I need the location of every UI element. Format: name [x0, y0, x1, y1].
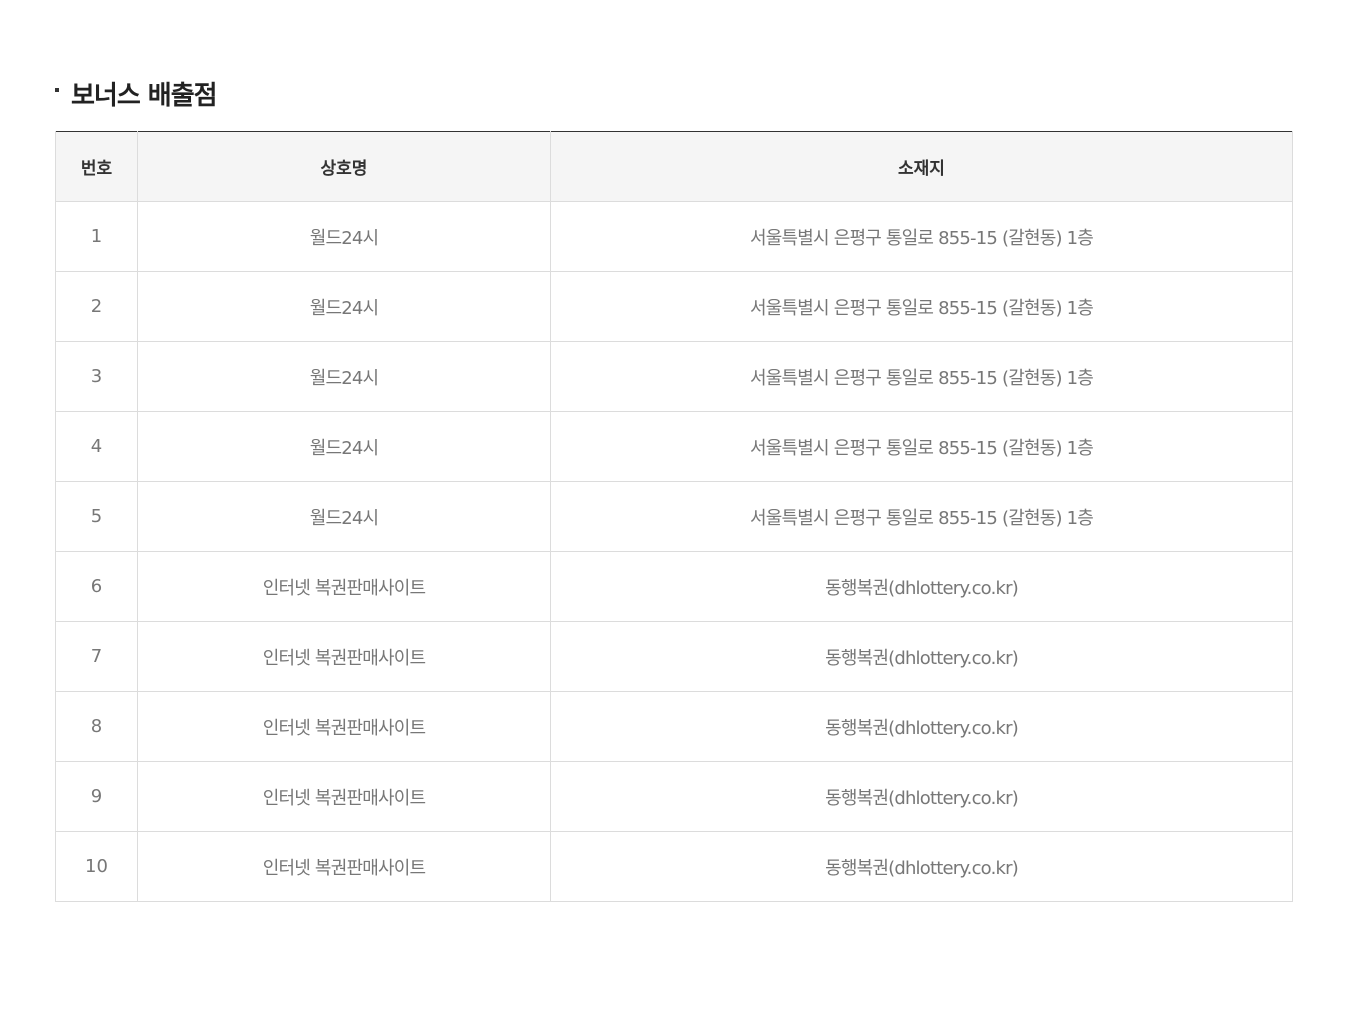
row-number: 1: [55, 201, 138, 272]
row-number: 6: [55, 551, 138, 622]
table-row: 10 인터넷 복권판매사이트 동행복권(dhlottery.co.kr): [55, 831, 1293, 902]
row-address: 동행복권(dhlottery.co.kr): [550, 831, 1293, 902]
row-address: 서울특별시 은평구 통일로 855-15 (갈현동) 1층: [550, 481, 1293, 552]
table-row: 7 인터넷 복권판매사이트 동행복권(dhlottery.co.kr): [55, 621, 1293, 692]
row-store-name: 인터넷 복권판매사이트: [137, 831, 551, 902]
row-number: 8: [55, 691, 138, 762]
table-row: 5 월드24시 서울특별시 은평구 통일로 855-15 (갈현동) 1층: [55, 481, 1293, 552]
row-store-name: 월드24시: [137, 341, 551, 412]
table-row: 9 인터넷 복권판매사이트 동행복권(dhlottery.co.kr): [55, 761, 1293, 832]
table-row: 6 인터넷 복권판매사이트 동행복권(dhlottery.co.kr): [55, 551, 1293, 622]
row-number: 10: [55, 831, 138, 902]
row-address: 동행복권(dhlottery.co.kr): [550, 691, 1293, 762]
row-number: 7: [55, 621, 138, 692]
row-store-name: 월드24시: [137, 411, 551, 482]
row-store-name: 월드24시: [137, 481, 551, 552]
row-number: 9: [55, 761, 138, 832]
column-header-address: 소재지: [550, 131, 1293, 202]
table-row: 1 월드24시 서울특별시 은평구 통일로 855-15 (갈현동) 1층: [55, 201, 1293, 272]
row-store-name: 인터넷 복권판매사이트: [137, 551, 551, 622]
row-number: 5: [55, 481, 138, 552]
section-heading: 보너스 배출점: [55, 76, 218, 111]
row-address: 동행복권(dhlottery.co.kr): [550, 761, 1293, 832]
row-store-name: 월드24시: [137, 201, 551, 272]
page-title: 보너스 배출점: [71, 80, 218, 111]
column-header-no: 번호: [55, 131, 138, 202]
table-row: 4 월드24시 서울특별시 은평구 통일로 855-15 (갈현동) 1층: [55, 411, 1293, 482]
row-address: 동행복권(dhlottery.co.kr): [550, 551, 1293, 622]
row-number: 2: [55, 271, 138, 342]
row-number: 4: [55, 411, 138, 482]
row-store-name: 인터넷 복권판매사이트: [137, 691, 551, 762]
table-body: 1 월드24시 서울특별시 은평구 통일로 855-15 (갈현동) 1층 2 …: [55, 201, 1293, 902]
row-store-name: 월드24시: [137, 271, 551, 342]
row-address: 서울특별시 은평구 통일로 855-15 (갈현동) 1층: [550, 271, 1293, 342]
table-row: 8 인터넷 복권판매사이트 동행복권(dhlottery.co.kr): [55, 691, 1293, 762]
row-address: 서울특별시 은평구 통일로 855-15 (갈현동) 1층: [550, 201, 1293, 272]
bonus-outlet-table: 번호 상호명 소재지 1 월드24시 서울특별시 은평구 통일로 855-15 …: [55, 131, 1293, 902]
table-row: 3 월드24시 서울특별시 은평구 통일로 855-15 (갈현동) 1층: [55, 341, 1293, 412]
table-header-row: 번호 상호명 소재지: [55, 131, 1293, 202]
row-store-name: 인터넷 복권판매사이트: [137, 621, 551, 692]
bonus-outlet-table-container: 번호 상호명 소재지 1 월드24시 서울특별시 은평구 통일로 855-15 …: [55, 131, 1293, 902]
row-address: 서울특별시 은평구 통일로 855-15 (갈현동) 1층: [550, 341, 1293, 412]
table-row: 2 월드24시 서울특별시 은평구 통일로 855-15 (갈현동) 1층: [55, 271, 1293, 342]
column-header-name: 상호명: [137, 131, 551, 202]
table-header: 번호 상호명 소재지: [55, 131, 1293, 202]
row-address: 동행복권(dhlottery.co.kr): [550, 621, 1293, 692]
bullet-icon: [55, 88, 59, 92]
row-store-name: 인터넷 복권판매사이트: [137, 761, 551, 832]
row-number: 3: [55, 341, 138, 412]
row-address: 서울특별시 은평구 통일로 855-15 (갈현동) 1층: [550, 411, 1293, 482]
